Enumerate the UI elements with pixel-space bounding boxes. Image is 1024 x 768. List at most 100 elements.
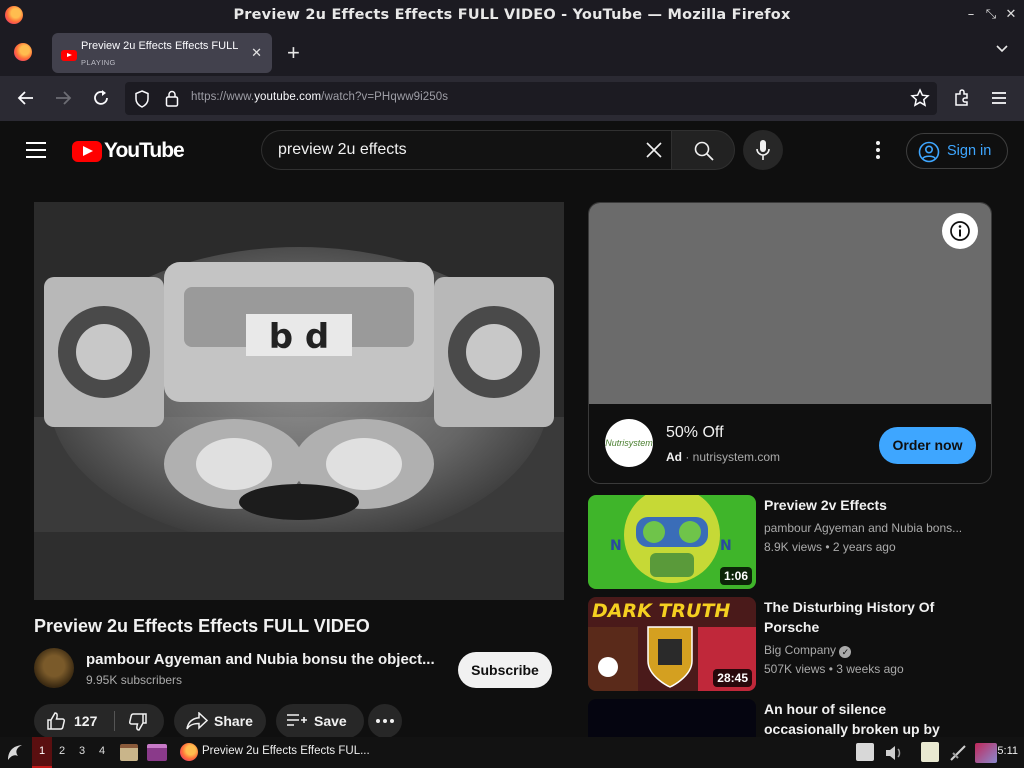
share-button[interactable]: Share [174,704,266,738]
firefox-view-icon[interactable] [14,43,32,61]
new-tab-button[interactable]: + [287,40,300,66]
ad-headline[interactable]: 50% Off [666,424,724,442]
url-text[interactable]: https://www.youtube.com/watch?v=PHqww9i2… [191,91,448,103]
share-label: Share [214,713,253,729]
ad-card[interactable]: Nutrisystem 50% Off Ad · nutrisystem.com… [588,202,992,484]
advertiser-logo[interactable]: Nutrisystem [605,419,653,467]
thumbs-down-icon[interactable] [128,712,148,732]
search-input[interactable]: preview 2u effects [261,130,671,170]
ad-meta: Ad · nutrisystem.com [666,450,781,464]
suggestion-thumbnail[interactable]: DARK TRUTH 28:45 [588,597,756,691]
subscribe-button[interactable]: Subscribe [458,652,552,688]
file-manager-icon[interactable] [120,744,138,761]
settings-more-icon[interactable] [868,138,888,162]
save-label: Save [314,713,347,729]
url-bar[interactable]: https://www.youtube.com/watch?v=PHqww9i2… [125,82,937,115]
reload-icon[interactable] [91,88,111,108]
suggestion-item[interactable]: N N 1:06 Preview 2v Effects pambour Agye… [588,495,988,589]
more-horizontal-icon [376,719,394,723]
workspace-1[interactable]: 1 [32,737,52,768]
ad-media[interactable] [589,203,991,404]
close-window-button[interactable]: ✕ [1002,6,1020,24]
suggestion-item[interactable]: An hour of silence occasionally broken u… [588,699,988,737]
sign-in-label: Sign in [947,143,992,159]
tab-list-chevron-icon[interactable] [996,42,1008,54]
voice-search-button[interactable] [743,130,783,170]
workspace-3[interactable]: 3 [72,737,92,768]
network-disconnected-icon[interactable] [948,743,968,763]
forward-icon[interactable] [53,88,73,108]
start-menu-icon[interactable] [4,742,26,764]
firefox-taskbar-icon[interactable] [180,743,198,761]
svg-text:N: N [610,538,622,554]
video-frame: b d [34,202,564,600]
duration-badge: 28:45 [713,669,752,687]
verified-badge-icon: ✓ [839,646,852,658]
workspace-4[interactable]: 4 [92,737,112,768]
suggestion-channel[interactable]: Big Company ✓ [764,643,852,658]
info-icon [950,221,970,241]
video-player[interactable]: b d [34,202,564,600]
tab-close-icon[interactable]: ✕ [251,45,262,61]
subscriber-count: 9.95K subscribers [86,673,183,687]
tracking-shield-icon[interactable] [134,90,150,108]
suggestion-views: 507K views • 3 weeks ago [764,662,904,676]
order-now-button[interactable]: Order now [879,427,976,464]
like-divider [114,711,115,731]
suggestion-channel[interactable]: pambour Agyeman and Nubia bons... [764,521,962,535]
video-title: Preview 2u Effects Effects FULL VIDEO [34,616,370,636]
like-dislike-bar: 127 [34,704,164,738]
share-arrow-icon [186,712,208,730]
account-icon [918,141,940,163]
suggestion-thumbnail[interactable]: N N 1:06 [588,495,756,589]
nav-toolbar: https://www.youtube.com/watch?v=PHqww9i2… [0,76,1024,121]
tab-title: Preview 2u Effects Effects FULL V [81,40,241,52]
video-overlay-text: b d [269,317,330,357]
suggestion-item[interactable]: DARK TRUTH 28:45 The Disturbing History … [588,597,988,691]
save-button[interactable]: Save [276,704,364,738]
taskbar-window-label[interactable]: Preview 2u Effects Effects FUL... [202,745,370,757]
lock-icon[interactable] [165,90,179,107]
tab-youtube[interactable]: Preview 2u Effects Effects FULL V PLAYIN… [52,33,272,73]
clear-search-icon[interactable] [643,139,665,161]
clipboard-icon[interactable] [921,742,939,762]
system-monitor-icon[interactable] [975,743,997,763]
ad-info-button[interactable] [942,213,978,249]
microphone-icon [756,140,770,160]
maximize-button[interactable]: ⤡ [982,6,1000,24]
more-actions-button[interactable] [368,704,402,738]
search-button[interactable] [671,130,735,170]
like-count[interactable]: 127 [74,713,97,729]
drive-icon[interactable] [856,743,874,761]
workspace-2[interactable]: 2 [52,737,72,768]
youtube-logo[interactable]: YouTube [72,139,185,163]
thumbnail-text: DARK TRUTH [592,600,730,622]
back-icon[interactable] [16,88,36,108]
clock[interactable]: 5:11 [997,745,1018,757]
terminal-icon[interactable] [147,744,167,761]
suggestion-title[interactable]: The Disturbing History Of Porsche [764,597,974,637]
thumbs-up-icon[interactable] [46,711,66,731]
channel-name-link[interactable]: pambour Agyeman and Nubia bonsu the obje… [86,651,438,668]
volume-icon[interactable] [884,744,904,762]
suggestion-title[interactable]: Preview 2v Effects [764,495,974,515]
svg-text:N: N [720,538,732,554]
suggestion-views: 8.9K views • 2 years ago [764,540,896,554]
guide-menu-icon[interactable] [26,142,46,158]
save-playlist-icon [287,714,307,726]
search-icon [694,141,714,161]
extensions-puzzle-icon[interactable] [952,88,972,108]
suggestion-title[interactable]: An hour of silence occasionally broken u… [764,699,974,737]
window-title: Preview 2u Effects Effects FULL VIDEO - … [233,7,791,23]
channel-avatar[interactable] [34,648,74,688]
minimize-button[interactable]: – [962,6,980,24]
bookmark-star-icon[interactable] [910,88,930,108]
youtube-favicon-icon [61,50,77,61]
youtube-wordmark: YouTube [104,139,185,162]
sign-in-button[interactable]: Sign in [906,133,1008,169]
tab-strip: Preview 2u Effects Effects FULL V PLAYIN… [0,30,1024,76]
os-taskbar: 1 2 3 4 Preview 2u Effects Effects FUL..… [0,737,1024,768]
app-menu-icon[interactable] [989,88,1009,108]
search-query-text[interactable]: preview 2u effects [278,141,407,159]
suggestion-thumbnail[interactable] [588,699,756,737]
